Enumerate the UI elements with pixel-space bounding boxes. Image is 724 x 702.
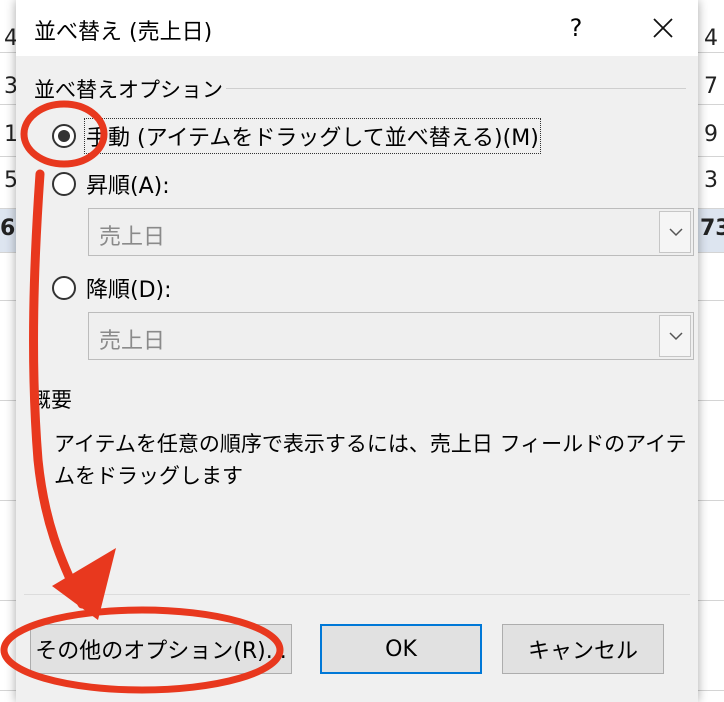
descending-select-value: 売上日 bbox=[99, 329, 166, 354]
cell-right: 9 bbox=[704, 122, 718, 147]
radio-button-ascending[interactable] bbox=[52, 172, 76, 196]
summary-text: アイテムを任意の順序で表示するには、売上日 フィールドのアイテムをドラッグします bbox=[54, 432, 687, 488]
close-icon bbox=[653, 18, 673, 38]
cell-right: 3 bbox=[704, 168, 718, 193]
cell-left: 6 bbox=[0, 216, 16, 241]
summary-label: 概要 bbox=[30, 388, 72, 412]
cancel-button[interactable]: キャンセル bbox=[502, 624, 664, 674]
radio-ascending[interactable]: 昇順(A): bbox=[52, 168, 170, 200]
more-options-button[interactable]: その他のオプション(R)... bbox=[30, 624, 292, 674]
cell-right: 7 bbox=[704, 74, 718, 99]
close-button[interactable] bbox=[638, 8, 688, 48]
radio-button-descending[interactable] bbox=[52, 276, 76, 300]
dialog-title: 並べ替え (売上日) bbox=[34, 20, 213, 45]
ascending-select-value: 売上日 bbox=[99, 225, 166, 250]
sort-options-group-label: 並べ替えオプション bbox=[34, 78, 223, 102]
descending-dropdown-button[interactable] bbox=[659, 315, 691, 357]
radio-manual[interactable]: 手動 (アイテムをドラッグして並べ替える)(M) bbox=[52, 118, 541, 154]
ok-button[interactable]: OK bbox=[320, 624, 482, 674]
radio-descending-label: 降順(D): bbox=[86, 278, 172, 303]
radio-manual-label: 手動 (アイテムをドラッグして並べ替える)(M) bbox=[84, 118, 541, 154]
dialog-titlebar: 並べ替え (売上日) ? bbox=[16, 0, 698, 56]
radio-ascending-label: 昇順(A): bbox=[86, 174, 170, 199]
group-divider bbox=[226, 88, 686, 89]
cell-right: 73 bbox=[700, 216, 724, 241]
footer-divider bbox=[24, 594, 690, 595]
chevron-down-icon bbox=[669, 228, 683, 237]
ascending-dropdown-button[interactable] bbox=[659, 211, 691, 253]
descending-field-select[interactable]: 売上日 bbox=[88, 312, 694, 360]
help-button[interactable]: ? bbox=[556, 8, 596, 48]
cell-right: 4 bbox=[704, 26, 718, 51]
sort-dialog: 並べ替え (売上日) ? 並べ替えオプション 手動 (アイテムをドラッグして並べ… bbox=[16, 0, 698, 702]
radio-button-manual[interactable] bbox=[52, 124, 76, 148]
ascending-field-select[interactable]: 売上日 bbox=[88, 208, 694, 256]
radio-descending[interactable]: 降順(D): bbox=[52, 272, 172, 304]
chevron-down-icon bbox=[669, 332, 683, 341]
